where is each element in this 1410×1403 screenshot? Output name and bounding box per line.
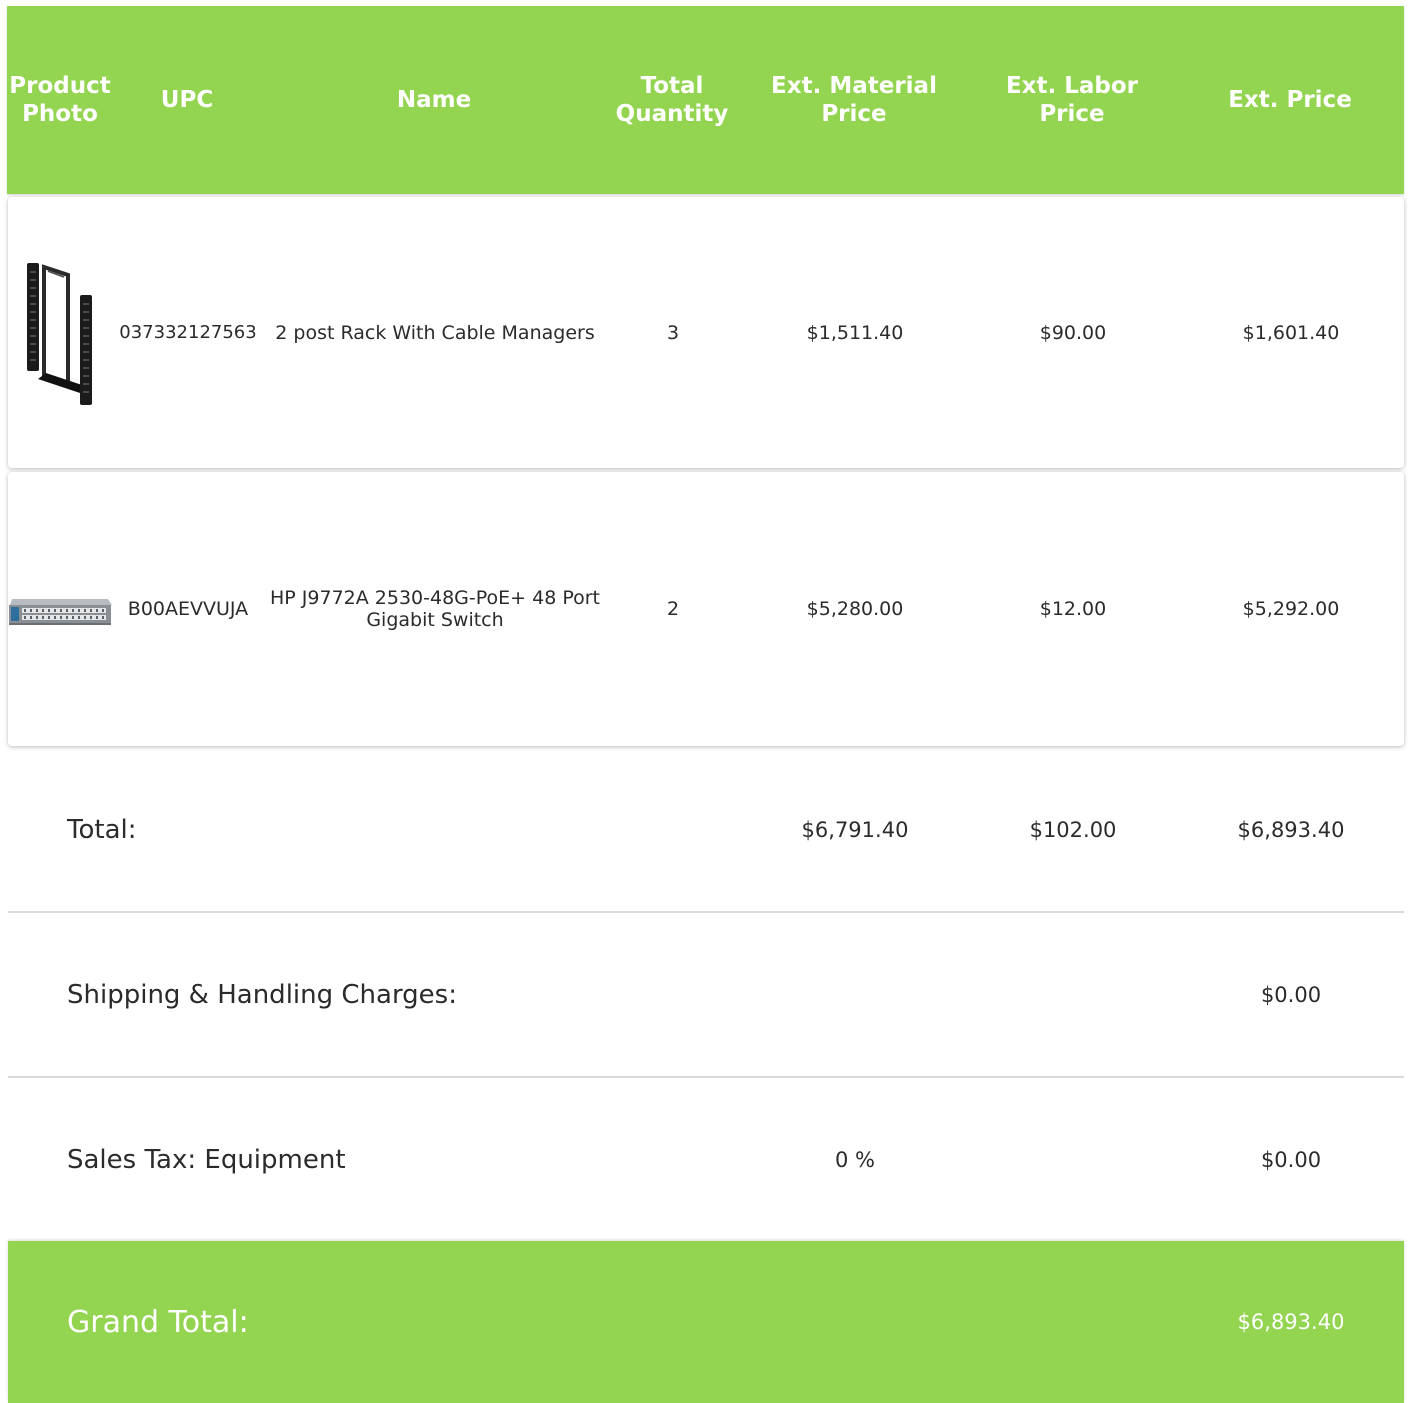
material-price-cell: $5,280.00 [806, 598, 904, 620]
name-cell: 2 post Rack With Cable Managers [275, 321, 595, 344]
grand-total-row: Grand Total: $6,893.40 [8, 1241, 1404, 1403]
table-header: Product Photo UPC Name Total Quantity Ex… [7, 6, 1404, 194]
quote-line-items-table: Product Photo UPC Name Total Quantity Ex… [0, 0, 1410, 1403]
column-header-ext-labor-price: Ext. Labor Price [1005, 73, 1139, 127]
column-header-product-photo: Product Photo [9, 73, 111, 127]
column-header-ext-price: Ext. Price [1228, 87, 1352, 113]
sales-tax-label: Sales Tax: Equipment [67, 1144, 346, 1175]
network-switch-photo-icon [8, 583, 112, 637]
upc-cell: 037332127563 [119, 321, 257, 343]
total-label: Total: [67, 815, 137, 845]
table-row[interactable]: 037332127563 2 post Rack With Cable Mana… [8, 197, 1404, 468]
ext-price-cell: $5,292.00 [1242, 598, 1340, 620]
column-header-total-quantity: Total Quantity [615, 73, 729, 127]
labor-price-cell: $12.00 [1039, 598, 1107, 620]
ext-price-cell: $1,601.40 [1242, 321, 1340, 344]
two-post-rack-photo-icon [8, 253, 112, 409]
name-cell: HP J9772A 2530-48G-PoE+ 48 Port Gigabit … [270, 587, 600, 631]
total-price-value: $6,893.40 [1237, 818, 1345, 842]
total-labor-value: $102.00 [1029, 818, 1117, 842]
column-header-name: Name [396, 87, 472, 113]
grand-total-value: $6,893.40 [1237, 1310, 1345, 1334]
quantity-cell: 2 [666, 598, 680, 620]
total-material-value: $6,791.40 [801, 818, 909, 842]
quantity-cell: 3 [666, 321, 680, 344]
table-row[interactable]: B00AEVVUJA HP J9772A 2530-48G-PoE+ 48 Po… [8, 472, 1404, 746]
shipping-row: Shipping & Handling Charges: $0.00 [8, 913, 1404, 1076]
upc-cell: B00AEVVUJA [127, 598, 249, 620]
grand-total-label: Grand Total: [67, 1304, 249, 1340]
sales-tax-value: $0.00 [1260, 1147, 1322, 1172]
sales-tax-rate: 0 % [835, 1147, 875, 1172]
shipping-value: $0.00 [1260, 982, 1322, 1007]
labor-price-cell: $90.00 [1039, 321, 1107, 344]
total-row: Total: $6,791.40 $102.00 $6,893.40 [8, 749, 1404, 911]
column-header-ext-material-price: Ext. Material Price [771, 73, 937, 127]
shipping-label: Shipping & Handling Charges: [67, 979, 457, 1010]
column-header-upc: UPC [160, 87, 214, 113]
sales-tax-row: Sales Tax: Equipment 0 % $0.00 [8, 1078, 1404, 1241]
material-price-cell: $1,511.40 [806, 321, 904, 344]
